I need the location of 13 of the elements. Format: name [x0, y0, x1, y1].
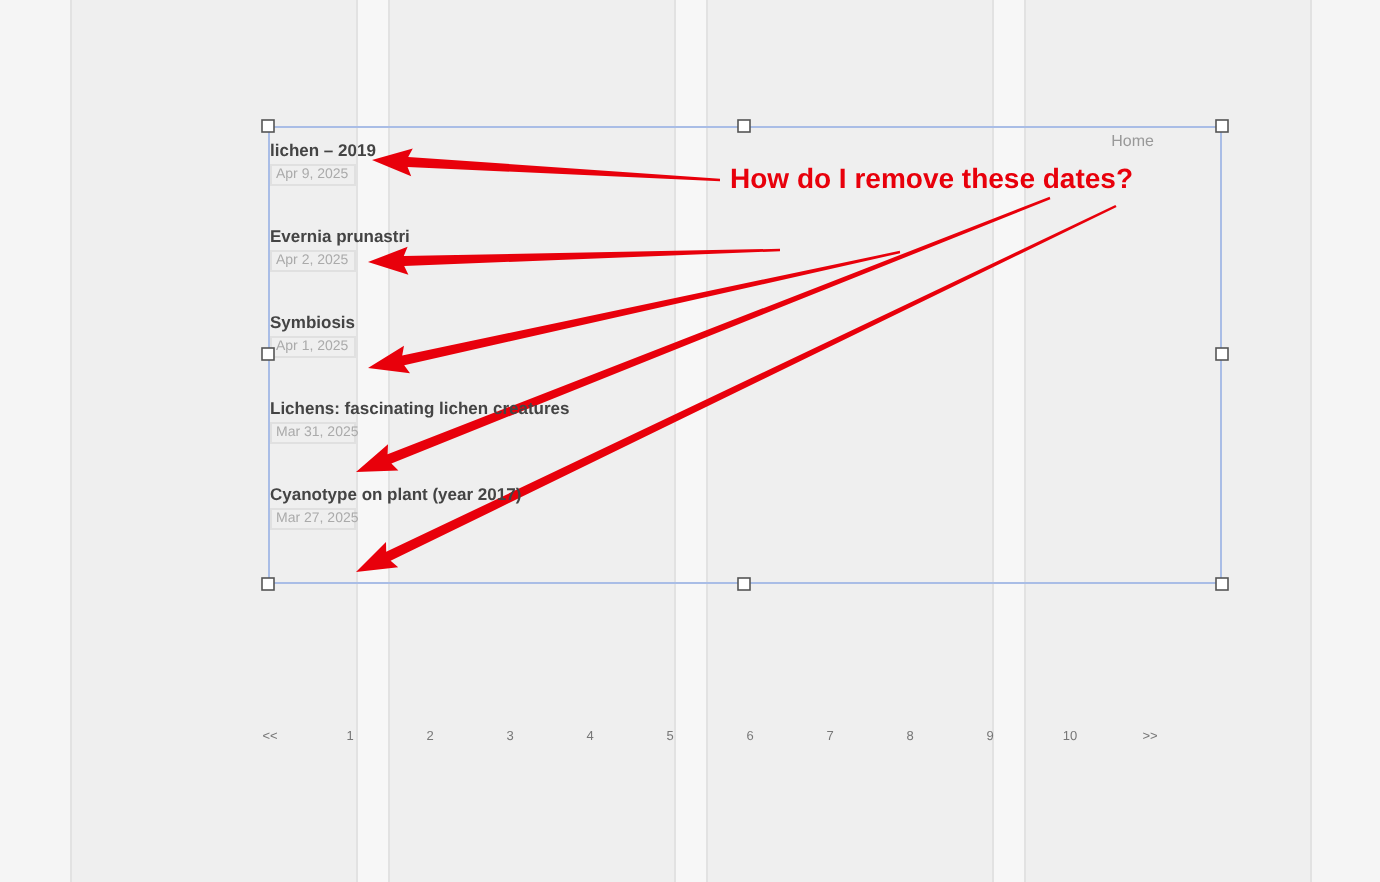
resize-handle[interactable]	[1215, 577, 1229, 591]
post-title[interactable]: Symbiosis	[270, 311, 356, 332]
post-title[interactable]: lichen – 2019	[270, 139, 376, 160]
resize-handle[interactable]	[261, 577, 275, 591]
resize-handle[interactable]	[1215, 347, 1229, 361]
resize-handle[interactable]	[1215, 119, 1229, 133]
post-title[interactable]: Evernia prunastri	[270, 225, 410, 246]
resize-handle[interactable]	[261, 119, 275, 133]
resize-handle[interactable]	[737, 577, 751, 591]
annotation-text: How do I remove these dates?	[730, 162, 1133, 194]
resize-handle[interactable]	[261, 347, 275, 361]
home-link[interactable]: Home	[1111, 132, 1154, 152]
resize-handle[interactable]	[737, 119, 751, 133]
